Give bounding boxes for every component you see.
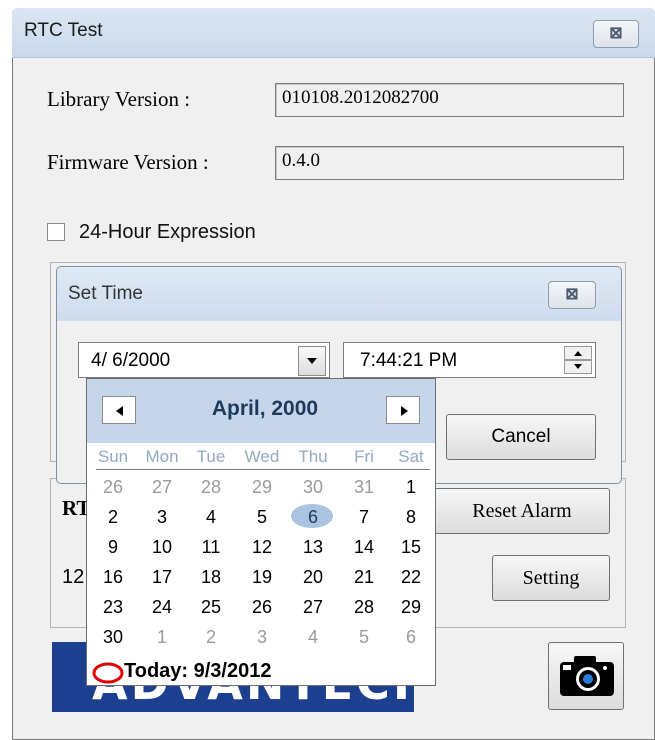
set-time-title: Set Time [68,283,143,304]
weekday-header: Sun [97,447,129,466]
camera-button[interactable] [548,642,624,710]
calendar-day[interactable]: 3 [140,507,184,528]
calendar-day[interactable]: 12 [240,537,284,558]
library-version-label: Library Version : [47,87,191,111]
calendar-day[interactable]: 1 [140,627,184,648]
calendar-day[interactable]: 28 [342,597,386,618]
calendar-day[interactable]: 1 [389,477,433,498]
cancel-button[interactable]: Cancel [446,414,596,460]
calendar-day[interactable]: 27 [291,597,335,618]
calendar-day[interactable]: 30 [91,627,135,648]
prev-month-button[interactable] [102,396,136,424]
time-picker-value: 7:44:21 PM [360,350,458,371]
window-titlebar [12,8,655,58]
calendar-day[interactable]: 29 [240,477,284,498]
calendar-day[interactable]: 5 [342,627,386,648]
weekday-divider [96,469,430,470]
calendar-day[interactable]: 11 [189,537,233,558]
calendar-day[interactable]: 3 [240,627,284,648]
calendar-day[interactable]: 23 [91,597,135,618]
calendar-day[interactable]: 28 [189,477,233,498]
calendar-day[interactable]: 13 [291,537,335,558]
calendar-day[interactable]: 30 [291,477,335,498]
calendar-day[interactable]: 31 [342,477,386,498]
calendar-day[interactable]: 4 [189,507,233,528]
24-hour-checkbox[interactable] [47,223,65,241]
calendar-day[interactable]: 6 [389,627,433,648]
calendar-day[interactable]: 22 [389,567,433,588]
chevron-down-icon [307,358,317,364]
calendar-day[interactable]: 8 [389,507,433,528]
calendar-day[interactable]: 19 [240,567,284,588]
calendar-day[interactable]: 9 [91,537,135,558]
calendar-day[interactable]: 15 [389,537,433,558]
calendar-day[interactable]: 25 [189,597,233,618]
calendar-day[interactable]: 26 [91,477,135,498]
calendar-day[interactable]: 24 [140,597,184,618]
set-time-close-button[interactable]: ⊠ [548,281,596,309]
weekday-header: Fri [354,447,374,466]
firmware-version-field: 0.4.0 [275,146,624,180]
next-month-button[interactable] [386,396,420,424]
time-partial-label: 12 [62,566,85,588]
calendar-day[interactable]: 16 [91,567,135,588]
firmware-version-label: Firmware Version : [47,150,209,174]
today-link[interactable]: Today: 9/3/2012 [124,660,271,683]
calendar-day[interactable]: 29 [389,597,433,618]
weekday-header: Sat [398,447,424,466]
spinner-arrows-icon [564,346,592,374]
weekday-header: Mon [145,447,179,466]
today-marker-icon [92,662,124,684]
window-title: RTC Test [24,20,103,41]
time-spinner[interactable] [564,346,592,374]
calendar-day[interactable]: 20 [291,567,335,588]
window-close-button[interactable]: ⊠ [593,20,639,48]
calendar-day[interactable]: 2 [189,627,233,648]
date-dropdown-button[interactable] [298,346,326,376]
setting-button[interactable]: Setting [492,555,610,601]
library-version-field: 010108.2012082700 [275,83,624,117]
calendar-day[interactable]: 26 [240,597,284,618]
24-hour-checkbox-label: 24-Hour Expression [79,221,256,243]
calendar-day[interactable]: 21 [342,567,386,588]
next-month-icon [401,406,408,416]
calendar-day[interactable]: 27 [140,477,184,498]
calendar-day[interactable]: 18 [189,567,233,588]
calendar-day[interactable]: 4 [291,627,335,648]
calendar-day[interactable]: 10 [140,537,184,558]
calendar-day-selected[interactable]: 6 [291,507,335,528]
date-picker[interactable]: 4/ 6/2000 [78,342,330,378]
camera-icon [560,656,614,696]
weekday-header: Wed [244,447,280,466]
calendar-day[interactable]: 7 [342,507,386,528]
prev-month-icon [116,406,123,416]
time-picker[interactable]: 7:44:21 PM [343,342,596,378]
reset-alarm-button[interactable]: Reset Alarm [434,488,610,534]
calendar-day[interactable]: 17 [140,567,184,588]
calendar-day[interactable]: 5 [240,507,284,528]
calendar-day[interactable]: 14 [342,537,386,558]
calendar-day[interactable]: 2 [91,507,135,528]
calendar-month-label[interactable]: April, 2000 [190,397,340,421]
date-picker-value: 4/ 6/2000 [91,350,171,371]
weekday-header: Thu [298,447,328,466]
weekday-header: Tue [196,447,226,466]
